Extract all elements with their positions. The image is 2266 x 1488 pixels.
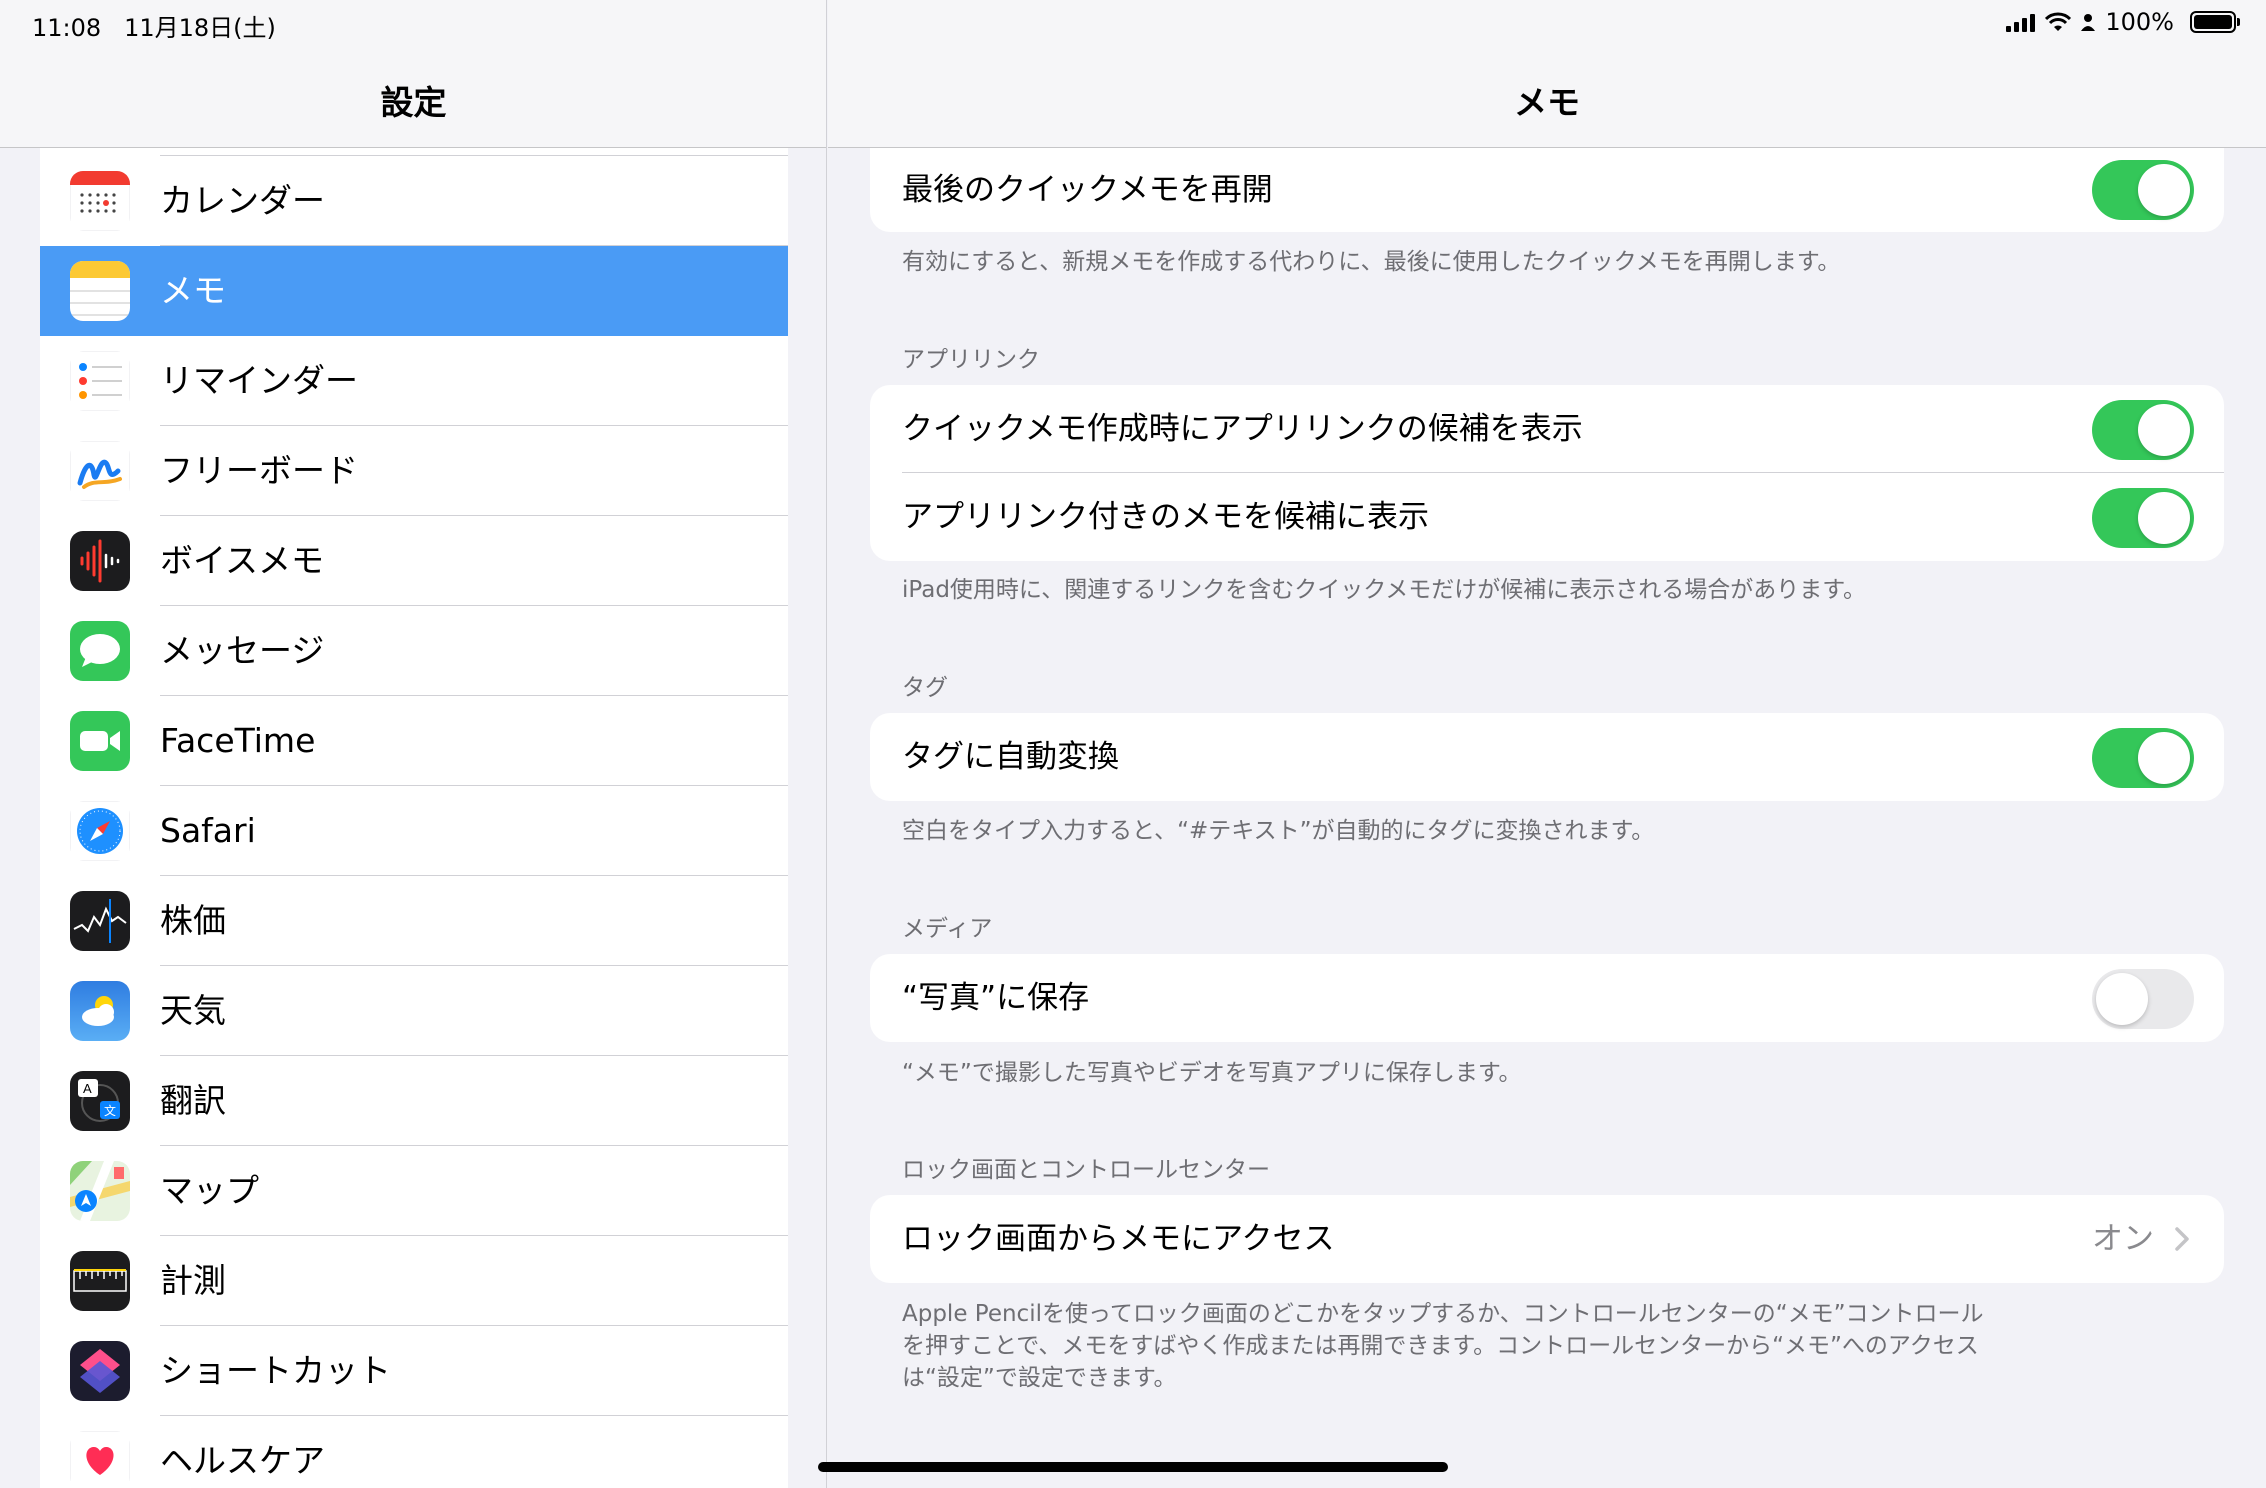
sidebar-item-label: FaceTime — [160, 721, 316, 760]
quick-note-group: 最後のクイックメモを再開 — [870, 148, 2224, 232]
sidebar-item-label: フリーボード — [160, 451, 358, 490]
battery-percent: 100% — [2105, 8, 2174, 36]
status-date: 11月18日(土) — [124, 14, 276, 42]
facetime-icon — [70, 711, 130, 771]
quick-note-footer: 有効にすると、新規メモを作成する代わりに、最後に使用したクイックメモを再開します… — [902, 249, 1841, 275]
calendar-icon — [70, 171, 130, 231]
resume-quick-note-label: 最後のクイックメモを再開 — [902, 172, 1273, 208]
show-app-link-notes-row: アプリリンク付きのメモを候補に表示 — [870, 473, 2224, 561]
auto-convert-tags-label: タグに自動変換 — [902, 739, 1119, 775]
sidebar-item-messages[interactable]: メッセージ — [40, 606, 788, 696]
sidebar-item-label: マップ — [160, 1171, 259, 1210]
sidebar-item-maps[interactable]: マップ — [40, 1146, 788, 1236]
sidebar-item-freeform[interactable]: フリーボード — [40, 426, 788, 516]
suggest-app-links-row: クイックメモ作成時にアプリリンクの候補を表示 — [870, 385, 2224, 473]
lock-screen-footer-line: は“設定”で設定できます。 — [902, 1365, 1177, 1391]
tags-header: タグ — [902, 675, 948, 701]
resume-quick-note-row: 最後のクイックメモを再開 — [870, 148, 2224, 232]
lock-screen-access-value: オン — [2092, 1221, 2154, 1257]
lock-screen-footer: Apple Pencilを使ってロック画面のどこかをタップするか、コントロールセ… — [902, 1298, 2102, 1394]
measure-icon — [70, 1251, 130, 1311]
sidebar-item-label: 計測 — [160, 1261, 226, 1300]
media-header: メディア — [902, 916, 993, 942]
resume-quick-note-toggle[interactable] — [2092, 160, 2194, 220]
sidebar-item-label: リマインダー — [160, 361, 358, 400]
lock-screen-access-label: ロック画面からメモにアクセス — [902, 1221, 1335, 1257]
show-app-link-notes-toggle[interactable] — [2092, 488, 2194, 548]
show-app-link-notes-label: アプリリンク付きのメモを候補に表示 — [902, 499, 1429, 535]
shortcuts-icon — [70, 1341, 130, 1401]
svg-text:A: A — [83, 1081, 92, 1096]
sidebar-item-shortcuts[interactable]: ショートカット — [40, 1326, 788, 1416]
sidebar-title: 設定 — [380, 83, 447, 122]
sidebar-item-facetime[interactable]: FaceTime — [40, 696, 788, 786]
lock-screen-footer-line: Apple Pencilを使ってロック画面のどこかをタップするか、コントロールセ… — [902, 1301, 1984, 1327]
maps-icon — [70, 1161, 130, 1221]
home-indicator[interactable] — [818, 1462, 1448, 1472]
battery-icon — [2190, 11, 2240, 33]
app-links-header: アプリリンク — [902, 347, 1040, 373]
messages-icon — [70, 621, 130, 681]
sidebar-item-label: ヘルスケア — [160, 1441, 325, 1480]
lock-screen-group: ロック画面からメモにアクセス オン — [870, 1195, 2224, 1283]
weather-icon — [70, 981, 130, 1041]
sidebar-item-label: ボイスメモ — [160, 541, 325, 580]
media-footer: “メモ”で撮影した写真やビデオを写真アプリに保存します。 — [902, 1060, 1522, 1086]
sidebar-item-label: ショートカット — [160, 1351, 391, 1390]
tags-footer: 空白をタイプ入力すると、“#テキスト”が自動的にタグに変換されます。 — [902, 818, 1655, 844]
sidebar-item-health[interactable]: ヘルスケア — [40, 1416, 788, 1488]
status-icons: 100% — [2006, 8, 2240, 36]
cellular-signal-icon — [2006, 12, 2036, 32]
auto-convert-tags-row: タグに自動変換 — [870, 713, 2224, 801]
sidebar-item-voice-memos[interactable]: ボイスメモ — [40, 516, 788, 606]
detail-title: メモ — [1514, 83, 1580, 122]
suggest-app-links-label: クイックメモ作成時にアプリリンクの候補を表示 — [902, 411, 1583, 447]
person-icon — [2081, 14, 2096, 31]
app-links-footer: iPad使用時に、関連するリンクを含むクイックメモだけが候補に表示される場合があ… — [902, 577, 1867, 603]
status-time: 11:08 11月18日(土) — [32, 14, 276, 42]
sidebar-item-stocks[interactable]: 株価 — [40, 876, 788, 966]
auto-convert-tags-toggle[interactable] — [2092, 728, 2194, 788]
sidebar-item-notes[interactable]: メモ — [40, 246, 788, 336]
status-bar: 11:08 11月18日(土) 100% — [0, 0, 2266, 48]
stocks-icon — [70, 891, 130, 951]
wifi-icon — [2045, 12, 2072, 31]
sidebar-item-calendar[interactable]: カレンダー — [40, 156, 788, 246]
health-icon — [70, 1431, 130, 1488]
chevron-right-icon — [2175, 1227, 2189, 1251]
sidebar-item-weather[interactable]: 天気 — [40, 966, 788, 1056]
sidebar-item-label: 株価 — [160, 901, 226, 940]
app-links-group: クイックメモ作成時にアプリリンクの候補を表示 アプリリンク付きのメモを候補に表示 — [870, 385, 2224, 561]
media-group: “写真”に保存 — [870, 954, 2224, 1042]
save-to-photos-label: “写真”に保存 — [902, 980, 1090, 1016]
settings-sidebar: 設定 カレンダー メモ リマインダー フリーボード ボイスメモ メッセージ Fa… — [0, 0, 827, 1488]
notes-icon — [70, 261, 130, 321]
sidebar-item-translate[interactable]: A文 翻訳 — [40, 1056, 788, 1146]
tags-group: タグに自動変換 — [870, 713, 2224, 801]
suggest-app-links-toggle[interactable] — [2092, 400, 2194, 460]
sidebar-item-safari[interactable]: Safari — [40, 786, 788, 876]
lock-screen-access-row[interactable]: ロック画面からメモにアクセス オン — [870, 1195, 2224, 1283]
settings-list: カレンダー メモ リマインダー フリーボード ボイスメモ メッセージ FaceT… — [40, 148, 788, 1488]
voice-memos-icon — [70, 531, 130, 591]
translate-icon: A文 — [70, 1071, 130, 1131]
sidebar-item-measure[interactable]: 計測 — [40, 1236, 788, 1326]
lock-screen-header: ロック画面とコントロールセンター — [902, 1157, 1270, 1183]
save-to-photos-row: “写真”に保存 — [870, 954, 2224, 1042]
sidebar-item-label: 天気 — [160, 991, 226, 1030]
sidebar-item-reminders[interactable]: リマインダー — [40, 336, 788, 426]
sidebar-item-label: メッセージ — [160, 631, 325, 670]
sidebar-item-label: Safari — [160, 811, 256, 850]
safari-icon — [70, 801, 130, 861]
sidebar-item-label: メモ — [160, 271, 226, 310]
sidebar-item-label: カレンダー — [160, 181, 325, 220]
notes-settings-detail: メモ 最後のクイックメモを再開 有効にすると、新規メモを作成する代わりに、最後に… — [828, 0, 2266, 1488]
lock-screen-footer-line: を押すことで、メモをすばやく作成または再開できます。コントロールセンターから“メ… — [902, 1333, 1979, 1359]
freeform-icon — [70, 441, 130, 501]
save-to-photos-toggle[interactable] — [2092, 969, 2194, 1029]
svg-text:文: 文 — [104, 1103, 116, 1118]
sidebar-item-label: 翻訳 — [160, 1081, 226, 1120]
reminders-icon — [70, 351, 130, 411]
